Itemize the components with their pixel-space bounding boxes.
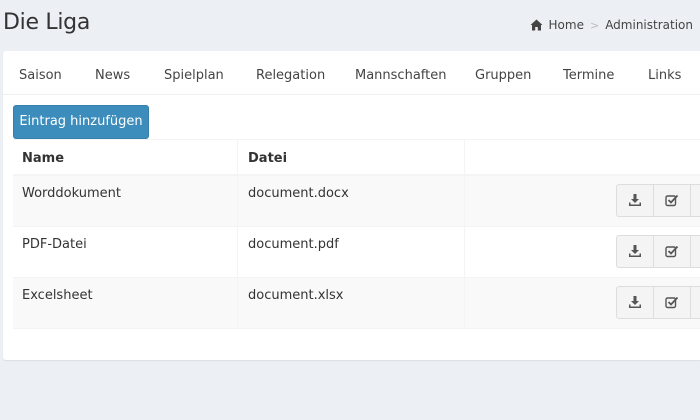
column-header-name: Name [13,140,238,174]
tab-saison[interactable]: Saison [19,68,62,83]
check-square-icon [665,245,679,258]
nav-tabs: Saison News Spielplan Relegation Mannsch… [3,51,700,95]
home-icon [530,19,543,31]
tab-termine[interactable]: Termine [563,68,614,83]
cell-file: document.docx [238,176,465,226]
download-icon [629,296,641,308]
tab-news[interactable]: News [95,68,130,83]
column-header-file: Datei [238,140,465,174]
cell-file: document.pdf [238,227,465,277]
download-icon [629,245,641,257]
check-square-icon [665,194,679,207]
tab-gruppen[interactable]: Gruppen [475,68,531,83]
more-actions-button[interactable] [690,235,700,268]
cell-name: Excelsheet [13,278,238,328]
row-actions [616,184,700,217]
cell-actions [465,176,700,226]
cell-name: PDF-Datei [13,227,238,277]
row-actions [616,235,700,268]
table-header-row: Name Datei [13,139,700,176]
content-box: Saison News Spielplan Relegation Mannsch… [3,51,700,360]
download-button[interactable] [616,235,654,268]
table-row: Excelsheet document.xlsx [13,278,700,329]
tab-mannschaften[interactable]: Mannschaften [355,68,446,83]
approve-button[interactable] [653,286,691,319]
more-actions-button[interactable] [690,286,700,319]
breadcrumb-home-link[interactable]: Home [549,18,584,32]
cell-name: Worddokument [13,176,238,226]
page-header: Die Liga Home > Administration [0,0,700,50]
table-row: PDF-Datei document.pdf [13,227,700,278]
page-title: Die Liga [3,10,90,35]
download-button[interactable] [616,184,654,217]
tab-relegation[interactable]: Relegation [256,68,325,83]
more-actions-button[interactable] [690,184,700,217]
check-square-icon [665,296,679,309]
download-icon [629,194,641,206]
cell-actions [465,278,700,328]
cell-file: document.xlsx [238,278,465,328]
breadcrumb-current: Administration [605,18,693,32]
approve-button[interactable] [653,235,691,268]
table-row: Worddokument document.docx [13,176,700,227]
tab-links[interactable]: Links [648,68,681,83]
breadcrumb-separator: > [589,18,600,32]
cell-actions [465,227,700,277]
column-header-actions [465,140,700,174]
approve-button[interactable] [653,184,691,217]
breadcrumb: Home > Administration [530,18,693,32]
add-entry-button[interactable]: Eintrag hinzufügen [13,105,149,139]
row-actions [616,286,700,319]
download-button[interactable] [616,286,654,319]
tab-spielplan[interactable]: Spielplan [164,68,224,83]
